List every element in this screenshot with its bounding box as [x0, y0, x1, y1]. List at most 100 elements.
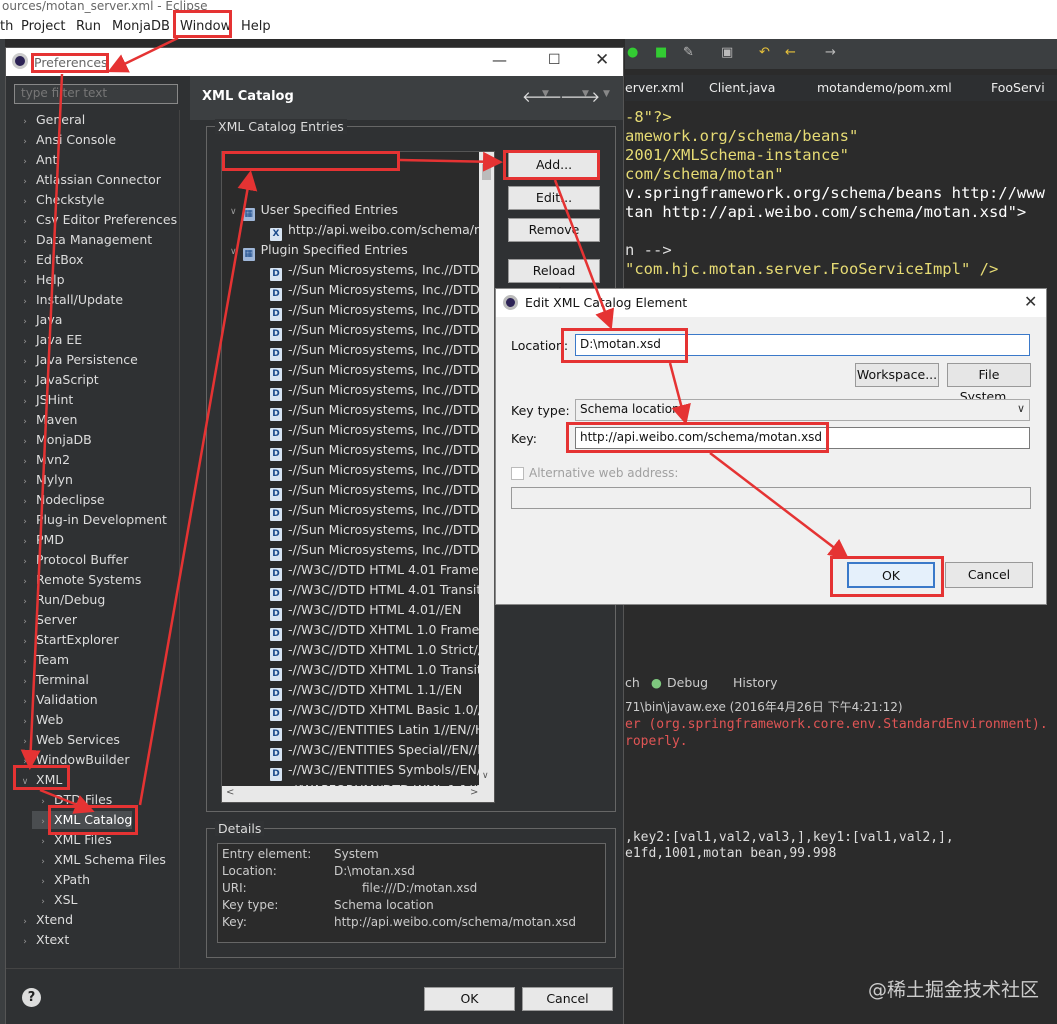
tree-item[interactable]: › Java EE [14, 331, 82, 349]
remove-button[interactable]: Remove [508, 218, 600, 242]
plugin-entry[interactable]: D -//Sun Microsystems, Inc.//DTD E [270, 301, 492, 321]
plugin-entry[interactable]: D -//Sun Microsystems, Inc.//DTD W [270, 541, 494, 561]
chevron-right-icon[interactable]: › [14, 153, 36, 171]
chevron-right-icon[interactable]: › [32, 833, 54, 851]
chevron-right-icon[interactable]: › [32, 793, 54, 811]
chevron-down-icon[interactable]: ▼ [542, 89, 549, 99]
plugin-entry[interactable]: D -//W3C//DTD XHTML 1.0 Frameset [270, 621, 494, 641]
chevron-right-icon[interactable]: › [14, 213, 36, 231]
tree-item[interactable]: › Run/Debug [14, 591, 105, 609]
ok-button[interactable]: OK [424, 987, 515, 1011]
plugin-entry[interactable]: D -//W3C//ENTITIES Latin 1//EN//H [270, 721, 484, 741]
new-icon[interactable]: ✎ [683, 45, 694, 60]
chevron-right-icon[interactable]: › [14, 173, 36, 191]
reload-entries-button[interactable]: Reload Entries [508, 259, 600, 300]
chevron-right-icon[interactable]: › [14, 673, 36, 691]
chevron-right-icon[interactable]: › [14, 353, 36, 371]
chevron-right-icon[interactable]: › [14, 533, 36, 551]
tree-item[interactable]: › Xtext [14, 931, 69, 949]
chevron-right-icon[interactable]: › [14, 453, 36, 471]
tree-item[interactable]: › Java Persistence [14, 351, 138, 369]
plugin-entry[interactable]: D -//W3C//DTD XHTML 1.1//EN [270, 681, 462, 701]
chevron-right-icon[interactable]: › [32, 813, 54, 831]
chevron-down-icon[interactable]: ∨ [1017, 402, 1025, 415]
tree-item[interactable]: › Team [14, 651, 69, 669]
scroll-thumb[interactable] [482, 164, 491, 180]
scroll-left-icon[interactable]: < [226, 787, 234, 798]
location-input[interactable]: D:\motan.xsd [575, 334, 1030, 356]
tree-item[interactable]: › PMD [14, 531, 64, 549]
plugin-entry[interactable]: D -//Sun Microsystems, Inc.//DTD Fa [270, 341, 494, 361]
chevron-right-icon[interactable]: › [14, 273, 36, 291]
chevron-right-icon[interactable]: › [32, 853, 54, 871]
tab-fooservi[interactable]: FooServi [991, 80, 1045, 95]
plugin-entry[interactable]: D -//Sun Microsystems, Inc.//DTD C [270, 261, 492, 281]
menu-icon[interactable]: ▼ [603, 89, 610, 99]
chevron-right-icon[interactable]: › [14, 133, 36, 151]
chevron-right-icon[interactable]: › [14, 293, 36, 311]
scrollbar-horizontal[interactable]: < > [222, 786, 494, 802]
chevron-right-icon[interactable]: › [14, 693, 36, 711]
chevron-right-icon[interactable]: › [14, 653, 36, 671]
tree-item[interactable]: › Ant [14, 151, 57, 169]
maximize-icon[interactable]: ☐ [548, 52, 561, 68]
server-icon[interactable]: ■ [655, 45, 667, 60]
plugin-entry[interactable]: D -//Sun Microsystems, Inc.//DTD J2 [270, 361, 494, 381]
chevron-down-icon[interactable]: ∨ [230, 207, 237, 217]
tab-server-xml[interactable]: erver.xml [625, 80, 684, 95]
tree-item[interactable]: › Nodeclipse [14, 491, 104, 511]
user-entries-node[interactable]: ∨ ▦ User Specified Entries [230, 201, 398, 221]
run-icon[interactable]: ● [627, 45, 638, 60]
chevron-right-icon[interactable]: › [14, 633, 36, 651]
chevron-right-icon[interactable]: › [14, 753, 36, 771]
scroll-down-icon[interactable]: ∨ [482, 771, 489, 781]
chevron-right-icon[interactable]: › [32, 873, 54, 891]
tree-item[interactable]: › General [14, 111, 85, 129]
tree-item[interactable]: › Validation [14, 691, 98, 709]
plugin-entry[interactable]: D -//Sun Microsystems, Inc.//DTD Fa [270, 321, 494, 341]
chevron-right-icon[interactable]: › [32, 893, 54, 911]
menu-run[interactable]: Run [76, 19, 101, 34]
tree-item-xml-child[interactable]: › XPath [32, 871, 90, 889]
plugin-entry[interactable]: D -//W3C//DTD HTML 4.01 Frameset [270, 561, 494, 581]
chevron-right-icon[interactable]: › [14, 613, 36, 631]
chevron-right-icon[interactable]: › [14, 253, 36, 271]
file-system-button[interactable]: File System... [947, 363, 1031, 404]
chevron-right-icon[interactable]: › [14, 193, 36, 211]
tab-debug[interactable]: Debug [667, 675, 708, 690]
tree-item[interactable]: › StartExplorer [14, 631, 118, 651]
plugin-entry[interactable]: D -//Sun Microsystems, Inc.//DTD J2 [270, 401, 494, 421]
chevron-right-icon[interactable]: › [14, 333, 36, 351]
scrollbar-vertical[interactable]: ∨ [479, 152, 494, 786]
chevron-right-icon[interactable]: › [14, 233, 36, 251]
tab-pom-xml[interactable]: motandemo/pom.xml [817, 80, 952, 95]
tree-item[interactable]: › Csv Editor Preferences [14, 211, 177, 229]
forward-icon[interactable]: → [825, 45, 836, 60]
chevron-down-icon[interactable]: ∨ [230, 247, 237, 257]
tree-item[interactable]: › Java [14, 311, 62, 329]
tree-item[interactable]: › Mylyn [14, 471, 73, 489]
tree-item[interactable]: › JSHint [14, 391, 73, 409]
tree-item[interactable]: › Terminal [14, 671, 89, 689]
tree-item-xml-child[interactable]: › XML Catalog [32, 811, 133, 831]
help-icon[interactable]: ? [22, 988, 41, 1007]
tree-item[interactable]: › Maven [14, 411, 77, 429]
tree-item[interactable]: › Web [14, 711, 63, 729]
chevron-right-icon[interactable]: › [14, 553, 36, 571]
back-icon[interactable]: ← [785, 45, 796, 60]
chevron-right-icon[interactable]: › [14, 933, 36, 951]
plugin-entry[interactable]: D -//Sun Microsystems, Inc.//DTD Ja [270, 441, 494, 461]
plugin-entry[interactable]: D -//Sun Microsystems, Inc.//DTD W [270, 521, 494, 541]
chevron-right-icon[interactable]: › [14, 473, 36, 491]
open-icon[interactable]: ▣ [721, 45, 733, 60]
tab-client-java[interactable]: Client.java [709, 80, 775, 95]
minimize-icon[interactable]: — [492, 51, 507, 69]
tree-item-xml-child[interactable]: › DTD Files [32, 791, 112, 809]
tree-item-xml-child[interactable]: › XSL [32, 891, 77, 909]
tree-item[interactable]: › Xtend [14, 911, 73, 929]
plugin-entry[interactable]: D -//Sun Microsystems, Inc.//DTD J2 [270, 381, 494, 401]
tree-item[interactable]: › EditBox [14, 251, 83, 269]
chevron-right-icon[interactable]: › [14, 493, 36, 511]
tree-item[interactable]: › WindowBuilder [14, 751, 129, 771]
menu-search[interactable]: th [0, 19, 13, 34]
